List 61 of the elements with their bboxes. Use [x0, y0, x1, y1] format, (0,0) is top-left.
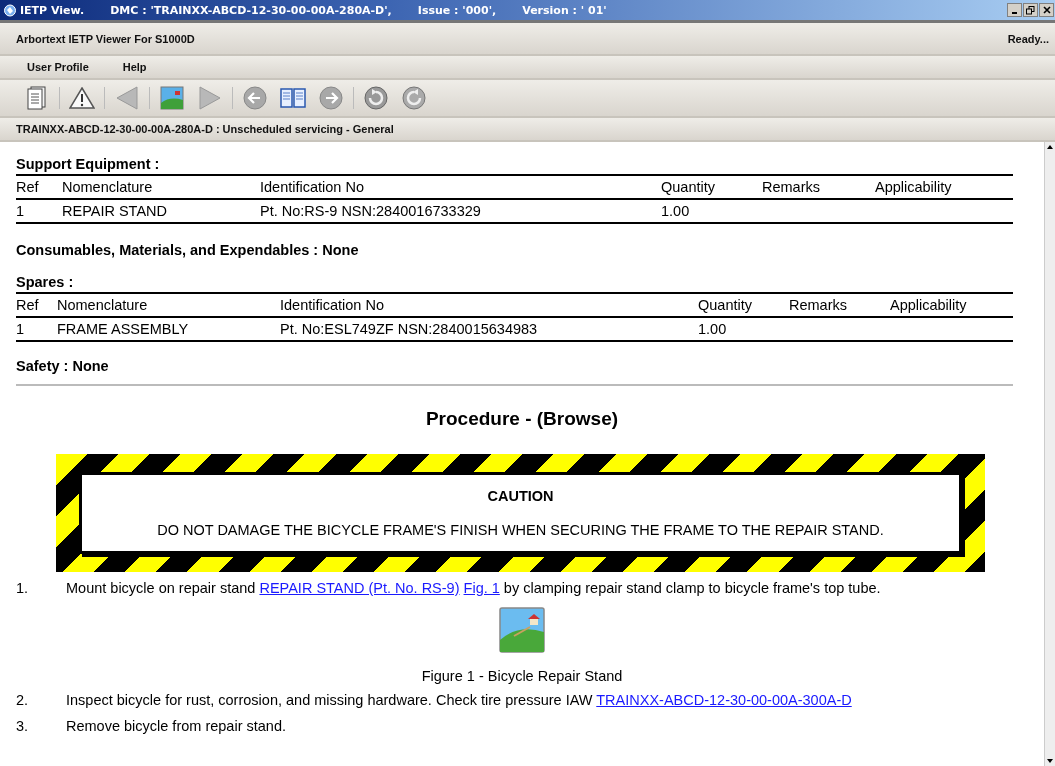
column-header: Remarks [789, 296, 848, 315]
right-triangle-icon [199, 86, 221, 110]
step-number: 3. [16, 717, 30, 736]
column-header: Nomenclature [62, 178, 154, 197]
table-cell-text: Pt. No:RS-9 NSN:2840016733329 [260, 202, 482, 221]
window-title: DMC : 'TRAINXX-ABCD-12-30-00-00A-280A-D', [110, 3, 392, 17]
left-triangle-icon [116, 86, 138, 110]
book-icon [280, 87, 306, 109]
table-cell-text: 1 [16, 320, 26, 339]
table-cell-text: 1 [16, 202, 26, 221]
breadcrumb: TRAINXX-ABCD-12-30-00-00A-280A-D : Unscheduled servicing - General [16, 123, 394, 135]
column-header: Remarks [762, 178, 821, 197]
document-icon [27, 86, 47, 110]
app-logo-icon [4, 3, 16, 17]
link[interactable]: Fig. 1 [463, 580, 500, 596]
table-cell-text: FRAME ASSEMBLY [57, 320, 190, 339]
close-button[interactable] [1039, 3, 1054, 17]
step-number: 1. [16, 579, 30, 598]
link[interactable]: TRAINXX-ABCD-12-30-00-00A-300A-D [596, 692, 852, 708]
picture-icon[interactable] [498, 606, 546, 654]
step-number: 2. [16, 691, 30, 710]
column-header: Quantity [661, 178, 716, 197]
refresh-icon [401, 85, 427, 111]
app-title: Arbortext IETP Viewer For S1000D [16, 32, 195, 45]
column-header: Quantity [698, 296, 753, 315]
table-cell-text: 1.00 [698, 320, 728, 339]
caution-title: CAUTION [487, 488, 554, 504]
table-cell-text: Pt. No:ESL749ZF NSN:2840015634983 [280, 320, 539, 339]
section-heading: Safety : None [16, 357, 110, 376]
column-header: Applicability [890, 296, 968, 315]
section-heading: Consumables, Materials, and Expendables : None [16, 241, 360, 260]
picture-icon [160, 86, 184, 110]
figure-caption: Figure 1 - Bicycle Repair Stand [421, 668, 623, 684]
column-header: Identification No [280, 296, 385, 315]
minimize-button[interactable] [1007, 3, 1022, 17]
column-header: Nomenclature [57, 296, 149, 315]
link[interactable]: REPAIR STAND (Pt. No. RS-9) [259, 580, 460, 596]
column-header: Ref [16, 178, 40, 197]
step-text: Inspect bicycle for rust, corrosion, and missing hardware. Check tire pressure IAW TRAINXX-ABCD-12-30-00-00A-300A-D [66, 691, 852, 710]
close-icon [1042, 6, 1051, 14]
step-text: Remove bicycle from repair stand. [66, 717, 286, 736]
caution-text: DO NOT DAMAGE THE BICYCLE FRAME'S FINISH WHEN SECURING THE FRAME TO THE REPAIR STAND. [157, 522, 884, 538]
warning-icon [69, 87, 95, 109]
column-header: Identification No [260, 178, 365, 197]
menu-item[interactable]: Help [122, 61, 147, 73]
window-title: Version : ' 01' [522, 3, 607, 17]
restore-icon [1026, 5, 1035, 15]
refresh-icon [363, 85, 389, 111]
table-cell-text: 1.00 [661, 202, 691, 221]
column-header: Applicability [875, 178, 953, 197]
step-text: Mount bicycle on repair stand REPAIR STAND (Pt. No. RS-9) Fig. 1 by clamping repair stand clamp to bicycle frame's top tube. [66, 579, 881, 598]
column-header: Ref [16, 296, 40, 315]
section-heading: Spares : [16, 273, 75, 292]
status-text: Ready... [1007, 32, 1049, 45]
procedure-title: Procedure - (Browse) [424, 408, 620, 430]
menu-item[interactable]: User Profile [27, 61, 89, 73]
window-title: Issue : '000', [417, 3, 497, 17]
table-cell-text: REPAIR STAND [62, 202, 168, 221]
section-heading: Support Equipment : [16, 155, 161, 174]
window-title: IETP View. [20, 3, 85, 17]
restore-button[interactable] [1023, 3, 1038, 17]
